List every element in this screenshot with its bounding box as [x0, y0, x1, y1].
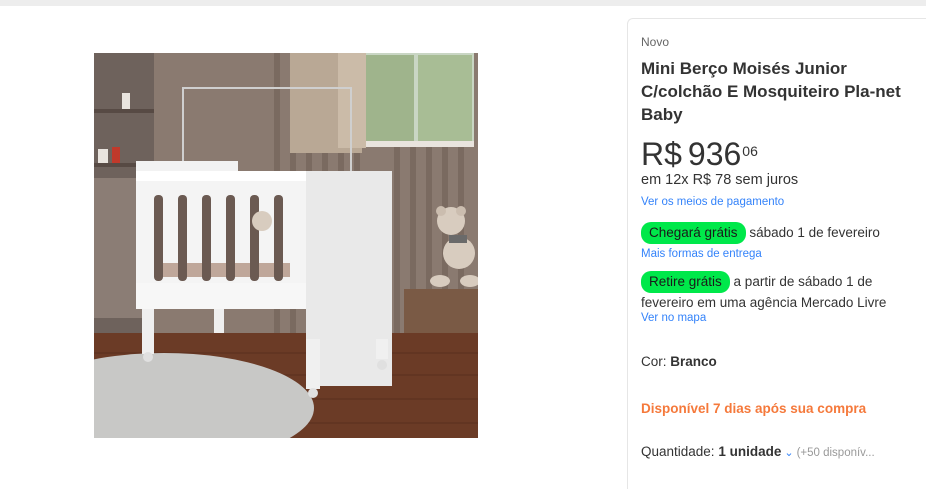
free-delivery-badge: Chegará grátis — [641, 222, 746, 244]
color-value: Branco — [670, 354, 717, 369]
chevron-down-icon[interactable]: ⌄ — [784, 447, 793, 459]
price-integer: 936 — [687, 136, 742, 172]
delivery-date: sábado 1 de fevereiro — [749, 225, 880, 240]
color-label: Cor: — [641, 354, 667, 369]
product-image[interactable] — [94, 53, 478, 438]
quantity-label: Quantidade: — [641, 444, 715, 459]
crib-illustration — [94, 53, 478, 438]
price-cents: 06 — [742, 143, 758, 159]
stock-available: (+50 disponív... — [796, 447, 875, 459]
payment-methods-link[interactable]: Ver os meios de pagamento — [641, 196, 784, 208]
color-selector: Cor: Branco — [641, 354, 717, 369]
condition-label: Novo — [641, 35, 670, 49]
top-bar — [0, 0, 926, 6]
quantity-value[interactable]: 1 unidade — [718, 444, 781, 459]
availability-text: Disponível 7 dias após sua compra — [641, 401, 867, 416]
installments-text: em 12x R$ 78 sem juros — [641, 172, 799, 188]
price: R$ 93606 — [641, 137, 758, 171]
quantity-selector[interactable]: Quantidade: 1 unidade ⌄ (+50 disponív... — [641, 444, 875, 459]
view-on-map-link[interactable]: Ver no mapa — [641, 312, 706, 324]
product-title: Mini Berço Moisés Junior C/colchão E Mos… — [641, 59, 901, 124]
pickup-info: Retire grátis a partir de sábado 1 de fe… — [641, 271, 911, 312]
more-delivery-options-link[interactable]: Mais formas de entrega — [641, 248, 762, 260]
delivery-info: Chegará grátis sábado 1 de fevereiro — [641, 222, 880, 244]
free-pickup-badge: Retire grátis — [641, 271, 730, 293]
price-currency: R$ — [641, 136, 682, 172]
